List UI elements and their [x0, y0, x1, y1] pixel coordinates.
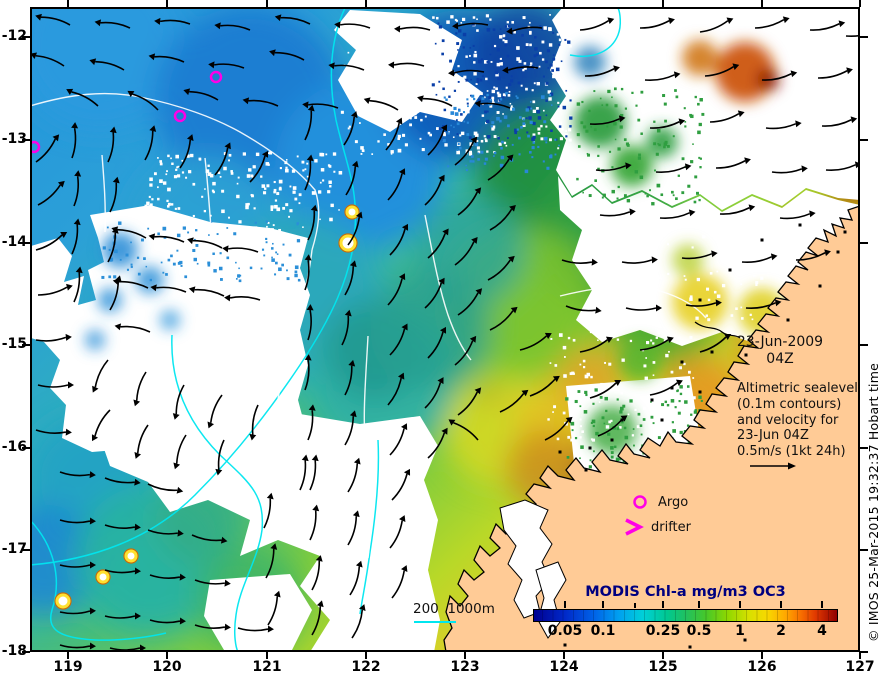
- colorbar-tick: [602, 601, 604, 608]
- y-tick: [860, 651, 868, 653]
- x-tick: [761, 652, 763, 659]
- depth-contour-legend-label: 200 1000m: [413, 601, 495, 617]
- colorbar-tick: [662, 601, 664, 608]
- x-tick: [662, 0, 664, 7]
- x-tick-label: 121: [252, 659, 282, 675]
- colorbar-tick: [698, 601, 700, 608]
- x-tick: [761, 0, 763, 7]
- y-tick-label: -15: [1, 336, 27, 352]
- map-canvas: [30, 7, 860, 652]
- x-tick: [662, 652, 664, 659]
- colorbar-tick: [564, 601, 566, 608]
- x-tick: [266, 652, 268, 659]
- colorbar-tick: [821, 601, 823, 608]
- altimetry-info-annotation: Altimetric sealevel (0.1m contours) and …: [737, 381, 867, 460]
- info-line: (0.1m contours): [737, 396, 842, 412]
- x-tick-label: 127: [845, 659, 875, 675]
- y-tick-label: -13: [1, 131, 27, 147]
- info-line: Altimetric sealevel: [737, 381, 858, 396]
- info-line: 23-Jun 04Z: [737, 428, 809, 444]
- colorbar-tick: [739, 601, 741, 608]
- x-tick: [266, 0, 268, 7]
- x-tick-label: 126: [747, 659, 777, 675]
- x-tick: [859, 652, 861, 659]
- colorbar-tick-label: 0.1: [590, 623, 616, 639]
- x-tick-label: 119: [53, 659, 83, 675]
- x-tick-label: 120: [152, 659, 182, 675]
- drifter-legend-label: drifter: [651, 520, 691, 535]
- copyright-credit: © IMOS 25-Mar-2015 19:32:37 Hobart time: [866, 363, 880, 642]
- y-tick-label: -16: [1, 439, 27, 455]
- x-tick: [67, 652, 69, 659]
- x-tick: [365, 0, 367, 7]
- x-tick: [563, 652, 565, 659]
- y-tick-label: -14: [1, 234, 27, 250]
- colorbar-minor-tick: [634, 603, 636, 608]
- x-tick: [67, 0, 69, 7]
- y-tick: [860, 139, 868, 141]
- x-tick-label: 124: [549, 659, 579, 675]
- argo-legend-label: Argo: [658, 495, 689, 510]
- y-tick-label: -17: [1, 541, 27, 557]
- info-line: 0.5m/s (1kt 24h): [737, 444, 846, 460]
- y-tick-label: -12: [1, 28, 27, 44]
- y-tick-label: -18: [1, 643, 27, 659]
- colorbar-tick: [780, 601, 782, 608]
- x-tick-label: 125: [648, 659, 678, 675]
- date-line: 23-Jun-2009: [736, 334, 824, 350]
- x-tick-label: 122: [351, 659, 381, 675]
- date-annotation: 23-Jun-2009 04Z: [714, 334, 846, 368]
- x-tick: [464, 0, 466, 7]
- colorbar-segments: [533, 609, 838, 622]
- x-tick: [464, 652, 466, 659]
- x-tick: [365, 652, 367, 659]
- x-tick: [563, 0, 565, 7]
- info-line: and velocity for: [737, 412, 839, 428]
- colorbar-title: MODIS Chl-a mg/m3 OC3: [585, 584, 786, 600]
- x-tick: [166, 0, 168, 7]
- y-tick: [860, 242, 868, 244]
- x-tick: [166, 652, 168, 659]
- x-tick-label: 123: [450, 659, 480, 675]
- imos-chlorophyll-map-figure: 119 120 121 122 123 124 125 126 127 -12 -13 -14 -15…: [0, 0, 880, 680]
- colorbar-tick-label: 4: [817, 623, 827, 639]
- x-tick: [859, 0, 861, 7]
- date-time-line: 04Z: [766, 351, 794, 367]
- y-tick: [860, 36, 868, 38]
- map-area: [30, 7, 860, 652]
